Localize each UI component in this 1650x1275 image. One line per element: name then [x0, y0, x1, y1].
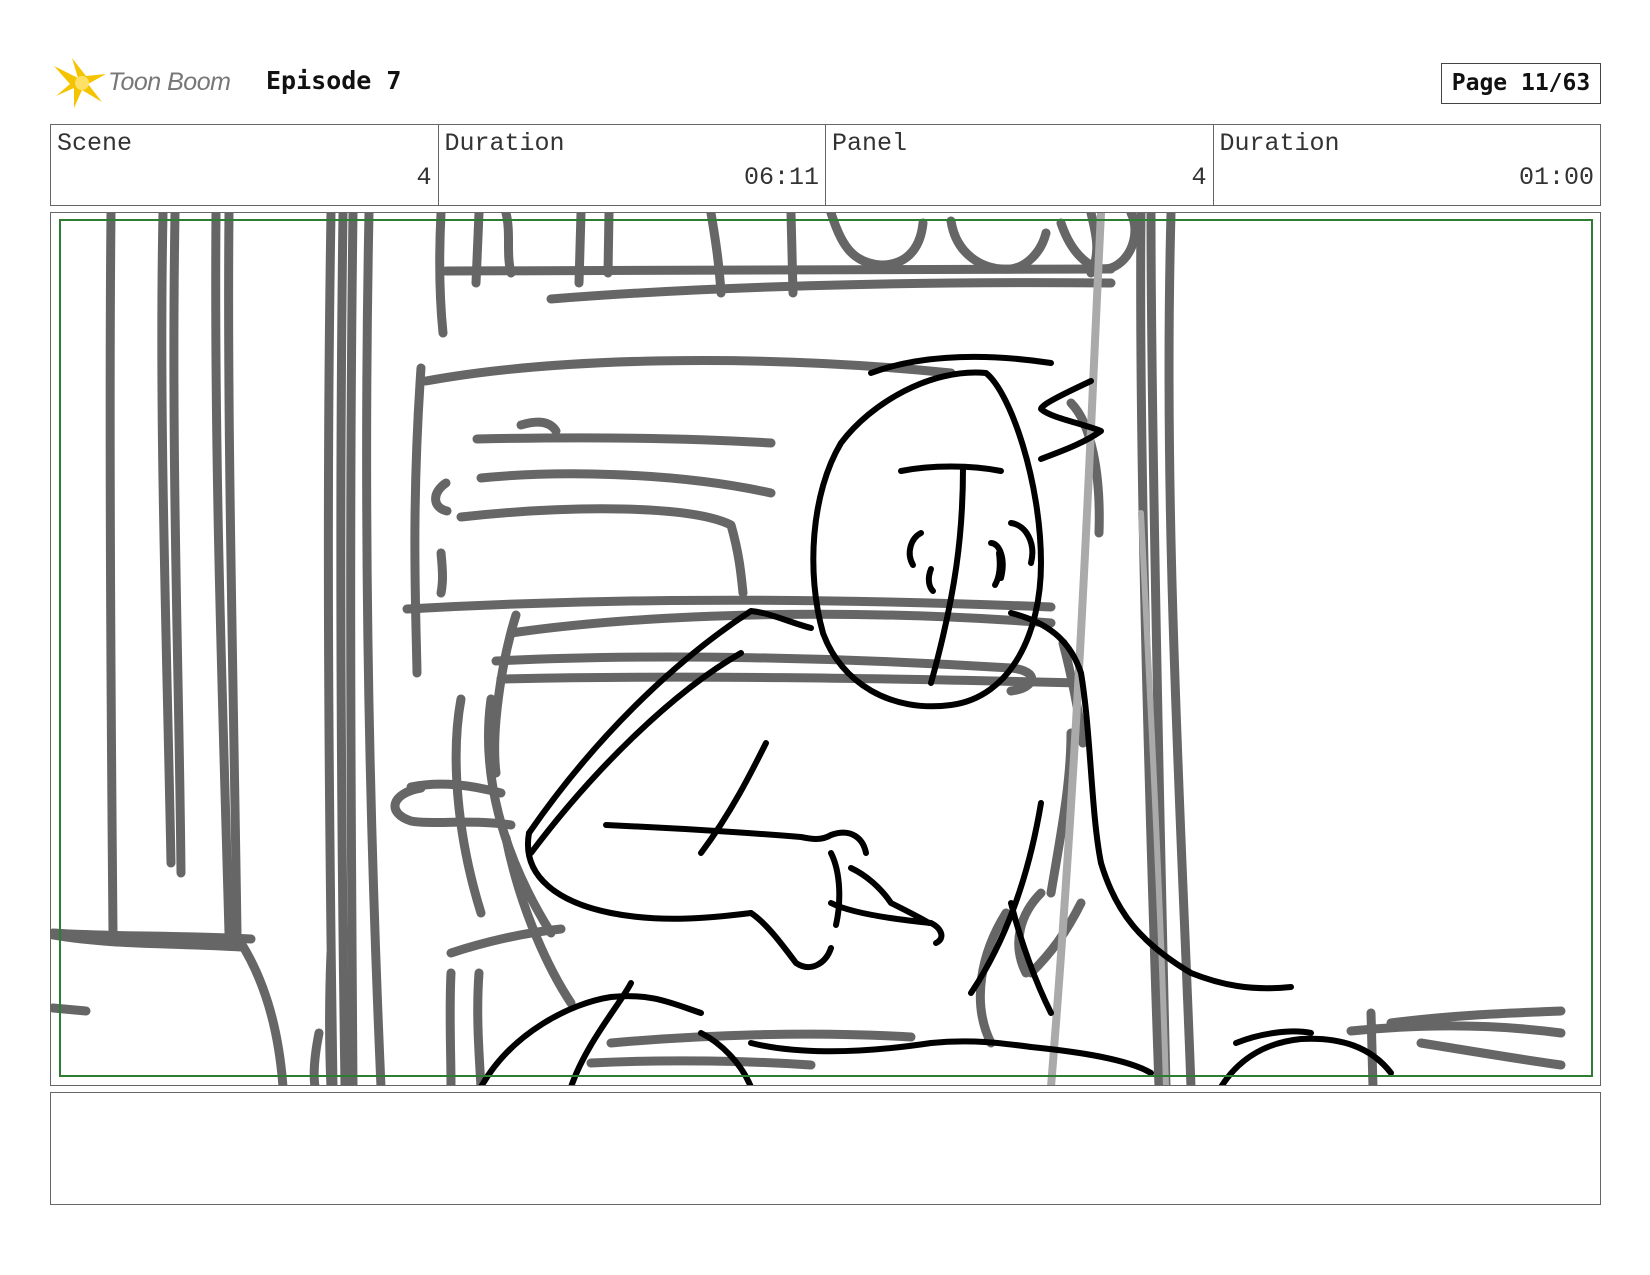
scene-value: 4: [416, 163, 432, 192]
episode-title: Episode 7: [266, 66, 402, 95]
info-table: Scene 4 Duration 06:11 Panel 4 Duration …: [50, 124, 1601, 206]
panel-duration-value: 01:00: [1518, 163, 1594, 192]
scene-cell: Scene 4: [51, 125, 439, 205]
panel-label: Panel: [832, 129, 908, 158]
scene-duration-value: 06:11: [743, 163, 819, 192]
scene-label: Scene: [57, 129, 133, 158]
notes-box: [50, 1092, 1601, 1205]
logo-text: Toon Boom: [108, 68, 231, 96]
scene-duration-cell: Duration 06:11: [439, 125, 826, 205]
toon-boom-logo: Toon Boom: [52, 56, 252, 110]
panel-duration-label: Duration: [1219, 129, 1340, 158]
panel-value: 4: [1191, 163, 1207, 192]
burst-icon: [54, 58, 106, 108]
scene-duration-label: Duration: [444, 129, 565, 158]
panel-sketch: [51, 213, 1593, 1085]
character-sketch: [478, 353, 1394, 1085]
panel-cell: Panel 4: [826, 125, 1214, 205]
page-number: Page 11/63: [1441, 63, 1601, 104]
background-sketch: [51, 213, 1566, 1085]
safe-frame: [59, 219, 1593, 1077]
panel-duration-cell: Duration 01:00: [1214, 125, 1601, 205]
storyboard-panel: [50, 212, 1601, 1086]
